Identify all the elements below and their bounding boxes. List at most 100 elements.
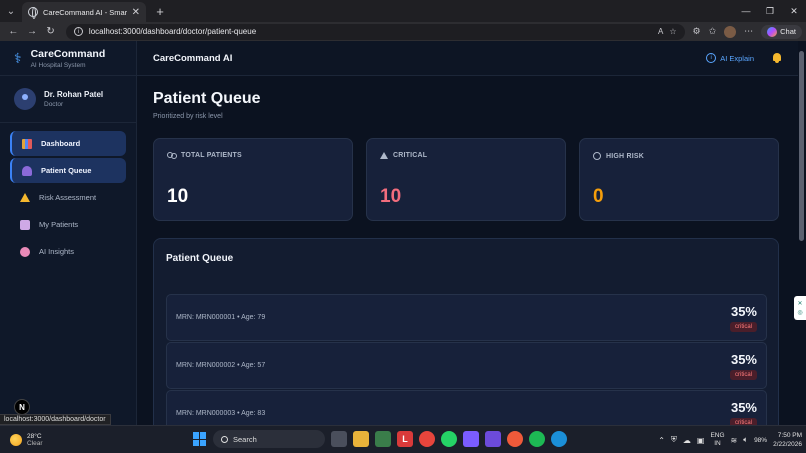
weather-widget[interactable]: 28°C Clear — [0, 433, 120, 447]
browser-tab[interactable]: CareCommand AI - Smart Digital H ✕ — [22, 2, 146, 22]
page-scrollbar[interactable] — [798, 41, 806, 425]
close-icon[interactable]: ✕ — [797, 300, 802, 307]
chat-label: Chat — [780, 27, 796, 36]
file-explorer-icon[interactable] — [353, 431, 369, 447]
copilot-icon — [767, 26, 778, 37]
favorites-bar-icon[interactable]: ✩ — [709, 26, 717, 37]
window-controls: — ❐ ✕ — [734, 0, 806, 22]
store-icon[interactable] — [375, 431, 391, 447]
patient-row[interactable]: MRN: MRN000001 • Age: 79 35% critical — [166, 294, 767, 341]
app-l-icon[interactable]: L — [397, 431, 413, 447]
patient-row[interactable]: MRN: MRN000002 • Age: 57 35% critical — [166, 342, 767, 389]
battery-level[interactable]: 98% — [754, 437, 767, 444]
user-name: Dr. Rohan Patel — [44, 90, 104, 99]
forward-icon[interactable]: → — [23, 26, 42, 37]
sidebar-item-my-patients[interactable]: My Patients — [10, 212, 126, 237]
taskbar-apps: Search L — [193, 430, 567, 448]
close-window-icon[interactable]: ✕ — [782, 0, 806, 22]
caduceus-icon: ⚕ — [14, 49, 22, 66]
widget-icon[interactable]: ◎ — [797, 309, 802, 316]
stat-value: 10 — [167, 186, 189, 207]
nextjs-dev-badge[interactable]: N — [14, 399, 30, 415]
app-icon[interactable] — [485, 431, 501, 447]
url-field[interactable]: i localhost:3000/dashboard/doctor/patien… — [65, 23, 685, 40]
edge-icon[interactable] — [551, 431, 567, 447]
risk-percent: 35% — [730, 351, 757, 367]
sidebar-item-label: Dashboard — [41, 139, 81, 148]
topbar: CareCommand AI i AI Explain — [137, 41, 798, 76]
sidebar: ⚕ CareCommand AI Hospital System Dr. Roh… — [0, 41, 137, 425]
new-tab-button[interactable]: + — [150, 4, 170, 19]
ai-explain-button[interactable]: i AI Explain — [706, 53, 754, 63]
cloud-icon[interactable]: ☁ — [683, 436, 691, 445]
more-menu-icon[interactable]: ⋯ — [744, 26, 753, 37]
side-widget[interactable]: ✕ ◎ — [794, 296, 806, 320]
region-code: IN — [714, 440, 721, 447]
sun-icon — [10, 433, 22, 446]
clock-icon — [593, 152, 601, 160]
read-aloud-icon[interactable]: A — [658, 27, 663, 36]
page-subtitle: Prioritized by risk level — [153, 113, 223, 120]
task-view-icon[interactable] — [331, 431, 347, 447]
bell-icon[interactable] — [772, 53, 782, 63]
stat-label: HIGH RISK — [606, 152, 644, 160]
tab-menu-icon[interactable]: ⌄ — [0, 0, 22, 22]
copilot-chat-button[interactable]: Chat — [761, 24, 802, 39]
taskbar-search[interactable]: Search — [213, 430, 325, 448]
patient-queue-icon — [22, 165, 32, 176]
extensions-icon[interactable]: ⚙ — [693, 26, 701, 37]
sidebar-nav: Dashboard Patient Queue Risk Assessment … — [0, 123, 136, 274]
globe-icon — [28, 7, 38, 19]
profile-avatar[interactable] — [724, 25, 737, 38]
stat-value: 10 — [380, 186, 402, 207]
language-indicator[interactable]: ENG IN — [710, 432, 724, 448]
screen: ⌄ CareCommand AI - Smart Digital H ✕ + —… — [0, 0, 806, 453]
spotify-icon[interactable] — [529, 431, 545, 447]
warning-icon — [20, 193, 30, 202]
user-card: Dr. Rohan Patel Doctor — [0, 76, 136, 123]
patient-info: MRN: MRN000003 • Age: 83 — [176, 410, 266, 417]
copilot-app-icon[interactable] — [463, 431, 479, 447]
minimize-icon[interactable]: — — [734, 0, 758, 22]
chrome-profile-icon[interactable] — [507, 431, 523, 447]
system-tray: ⌃ ⛨ ☁ ▣ ENG IN ≋ 🔈︎ 98% 7:50 PM 2/22/202… — [658, 426, 802, 453]
shield-icon[interactable]: ⛨ — [671, 435, 677, 445]
tab-close-icon[interactable]: ✕ — [132, 7, 140, 18]
patient-info: MRN: MRN000002 • Age: 57 — [176, 362, 266, 369]
patient-row[interactable]: MRN: MRN000003 • Age: 83 35% critical — [166, 390, 767, 425]
wifi-icon[interactable]: ≋ — [731, 436, 738, 445]
warning-icon — [380, 152, 388, 159]
clock-date: 2/22/2026 — [773, 441, 802, 448]
favorite-icon[interactable]: ☆ — [669, 27, 676, 36]
url-text: localhost:3000/dashboard/doctor/patient-… — [88, 27, 257, 36]
stat-label: CRITICAL — [393, 152, 428, 159]
scrollbar-thumb[interactable] — [799, 51, 804, 241]
chrome-icon[interactable] — [419, 431, 435, 447]
site-info-icon[interactable]: i — [73, 27, 83, 36]
reload-icon[interactable]: ↻ — [41, 26, 60, 37]
sidebar-item-dashboard[interactable]: Dashboard — [10, 131, 126, 156]
sidebar-item-label: Patient Queue — [41, 166, 92, 175]
taskbar: 28°C Clear Search L ⌃ ⛨ ☁ ▣ ENG IN ≋ 🔈︎ … — [0, 425, 806, 453]
clipboard-icon — [20, 219, 30, 230]
sidebar-item-risk-assessment[interactable]: Risk Assessment — [10, 185, 126, 210]
tab-title: CareCommand AI - Smart Digital H — [43, 7, 127, 17]
maximize-icon[interactable]: ❐ — [758, 0, 782, 22]
ai-explain-label: AI Explain — [720, 53, 754, 63]
volume-icon[interactable]: 🔈︎ — [743, 435, 748, 445]
sidebar-item-ai-insights[interactable]: AI Insights — [10, 239, 126, 264]
windows-start-icon[interactable] — [193, 432, 207, 446]
chevron-up-icon[interactable]: ⌃ — [658, 436, 665, 445]
queue-list: MRN: MRN000001 • Age: 79 35% critical MR… — [166, 294, 767, 425]
search-placeholder: Search — [233, 434, 257, 444]
user-icon — [22, 94, 28, 100]
clock-time: 7:50 PM — [777, 432, 802, 439]
sidebar-item-patient-queue[interactable]: Patient Queue — [10, 158, 126, 183]
stat-label: TOTAL PATIENTS — [181, 152, 242, 159]
clock[interactable]: 7:50 PM 2/22/2026 — [773, 431, 802, 449]
brain-icon — [20, 246, 30, 257]
meet-icon[interactable]: ▣ — [697, 436, 705, 445]
whatsapp-icon[interactable] — [441, 431, 457, 447]
back-icon[interactable]: ← — [4, 26, 23, 37]
dashboard-icon — [22, 138, 32, 149]
